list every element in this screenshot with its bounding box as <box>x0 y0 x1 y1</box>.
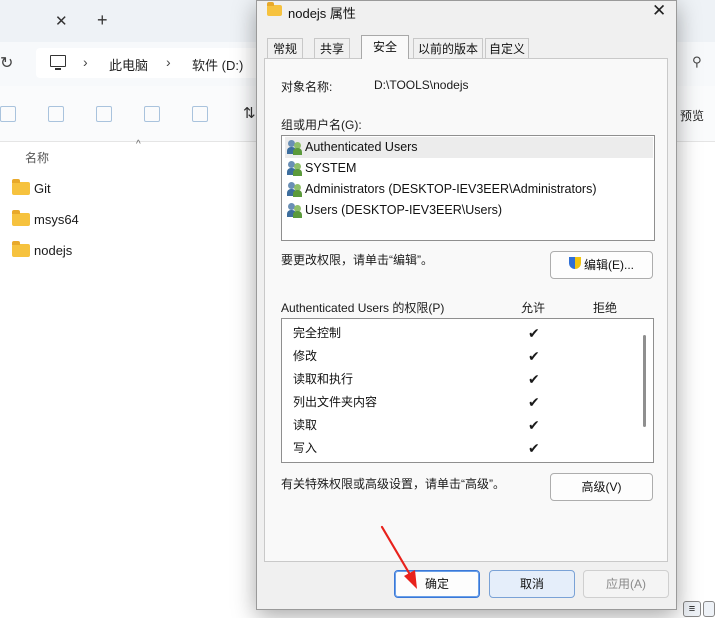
copy-icon[interactable] <box>48 106 64 122</box>
sort-icon[interactable]: ⇅ <box>243 104 256 122</box>
users-group-icon <box>287 182 303 197</box>
user-name: SYSTEM <box>305 161 357 175</box>
chevron-right-icon: › <box>166 54 171 70</box>
file-item-git[interactable]: Git <box>34 181 51 196</box>
permission-row: 列出文件夹内容 ✔ <box>293 391 633 414</box>
allow-check-icon: ✔ <box>528 325 540 341</box>
permission-name: 完全控制 <box>293 326 342 340</box>
allow-check-icon: ✔ <box>528 417 540 433</box>
sort-caret-icon: ^ <box>136 139 141 150</box>
user-name: Authenticated Users <box>305 140 418 154</box>
users-group-icon <box>287 161 303 176</box>
permission-row: 完全控制 ✔ <box>293 322 633 345</box>
permissions-header: Authenticated Users 的权限(P) <box>281 301 445 315</box>
edit-hint: 要更改权限，请单击“编辑”。 <box>281 253 433 267</box>
properties-dialog: nodejs 属性 ✕ 常规 共享 安全 以前的版本 自定义 对象名称: D:\… <box>256 0 677 610</box>
permission-row: 读取和执行 ✔ <box>293 368 633 391</box>
list-item-administrators[interactable]: Administrators (DESKTOP-IEV3EER\Administ… <box>285 179 653 200</box>
allow-check-icon: ✔ <box>528 348 540 364</box>
user-name: Administrators (DESKTOP-IEV3EER\Administ… <box>305 182 597 196</box>
edit-button-label: 编辑(E)... <box>584 258 634 272</box>
permission-name: 列出文件夹内容 <box>293 395 378 409</box>
file-item-nodejs[interactable]: nodejs <box>34 243 72 258</box>
list-item-authenticated-users[interactable]: Authenticated Users <box>285 137 653 158</box>
search-icon[interactable]: ⚲ <box>692 54 702 70</box>
permission-name: 读取和执行 <box>293 372 354 386</box>
permission-name: 修改 <box>293 349 318 363</box>
tab-customize[interactable]: 自定义 <box>485 38 529 58</box>
user-name: Users (DESKTOP-IEV3EER\Users) <box>305 203 503 217</box>
folder-icon <box>12 210 30 226</box>
permission-name: 写入 <box>293 441 318 455</box>
refresh-icon[interactable]: ↻ <box>0 53 13 73</box>
tab-previous-versions[interactable]: 以前的版本 <box>413 38 483 58</box>
edit-button[interactable]: 编辑(E)... <box>550 251 653 279</box>
tab-close-icon[interactable]: ✕ <box>55 12 68 30</box>
deny-header: 拒绝 <box>593 301 618 315</box>
computer-icon <box>50 55 66 70</box>
folder-icon <box>12 179 30 195</box>
list-item-system[interactable]: SYSTEM <box>285 158 653 179</box>
advanced-button[interactable]: 高级(V) <box>550 473 653 501</box>
tab-security[interactable]: 安全 <box>361 35 409 59</box>
file-item-msys64[interactable]: msys64 <box>34 212 79 227</box>
permission-row: 修改 ✔ <box>293 345 633 368</box>
allow-header: 允许 <box>521 301 546 315</box>
cancel-button[interactable]: 取消 <box>489 570 575 598</box>
permissions-list: 完全控制 ✔ 修改 ✔ 读取和执行 ✔ 列出文件夹内容 ✔ 读取 ✔ 写入 ✔ <box>281 318 654 463</box>
dialog-title: nodejs 属性 <box>288 6 356 21</box>
object-name-value: D:\TOOLS\nodejs <box>374 78 469 92</box>
column-header-name[interactable]: 名称 <box>25 149 49 166</box>
tab-sharing[interactable]: 共享 <box>314 38 350 58</box>
allow-check-icon: ✔ <box>528 440 540 456</box>
uac-shield-icon <box>569 257 582 271</box>
share-icon[interactable] <box>144 106 160 122</box>
breadcrumb-drive-d[interactable]: 软件 (D:) <box>192 55 243 74</box>
folder-icon <box>267 2 282 16</box>
delete-icon[interactable] <box>192 106 208 122</box>
close-icon[interactable]: ✕ <box>652 1 666 21</box>
preview-pane-button[interactable]: 预览 <box>680 107 704 124</box>
folder-icon <box>12 241 30 257</box>
permission-name: 读取 <box>293 418 318 432</box>
groups-label: 组或用户名(G): <box>281 118 362 132</box>
ok-button[interactable]: 确定 <box>394 570 480 598</box>
permissions-scrollbar[interactable] <box>643 335 646 427</box>
allow-check-icon: ✔ <box>528 371 540 387</box>
users-listbox[interactable]: Authenticated Users SYSTEM Administrator… <box>281 135 655 241</box>
object-name-label: 对象名称: <box>281 80 333 94</box>
tiles-view-icon[interactable] <box>703 601 715 617</box>
details-view-icon[interactable]: ≡ <box>683 601 701 617</box>
apply-button[interactable]: 应用(A) <box>583 570 669 598</box>
cut-icon[interactable] <box>0 106 16 122</box>
permission-row: 写入 ✔ <box>293 437 633 460</box>
tab-general[interactable]: 常规 <box>267 38 303 58</box>
list-item-users[interactable]: Users (DESKTOP-IEV3EER\Users) <box>285 200 653 221</box>
allow-check-icon: ✔ <box>528 394 540 410</box>
rename-icon[interactable] <box>96 106 112 122</box>
users-group-icon <box>287 140 303 155</box>
advanced-hint: 有关特殊权限或高级设置，请单击“高级”。 <box>281 477 505 491</box>
chevron-right-icon: › <box>83 54 88 70</box>
permission-row: 读取 ✔ <box>293 414 633 437</box>
breadcrumb-this-pc[interactable]: 此电脑 <box>109 55 148 74</box>
security-panel: 对象名称: D:\TOOLS\nodejs 组或用户名(G): Authenti… <box>264 58 668 562</box>
new-tab-icon[interactable]: + <box>97 10 108 31</box>
users-group-icon <box>287 203 303 218</box>
